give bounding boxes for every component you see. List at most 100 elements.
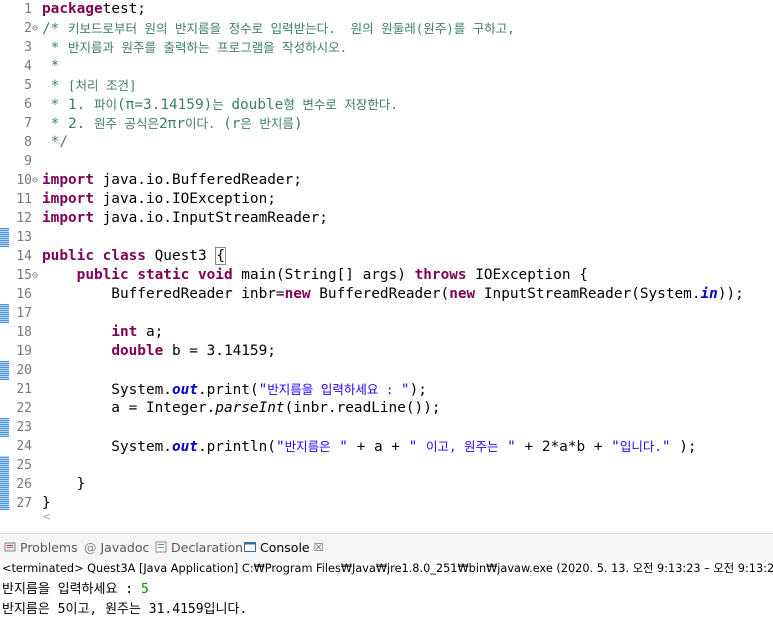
code-token: [처리 조건] [68, 78, 137, 93]
line-number: 24 [16, 439, 32, 454]
code-token: 2πr [159, 116, 186, 132]
line-number: 6 [24, 97, 32, 112]
code-line[interactable]: 14 public class Quest3 { [0, 247, 773, 266]
code-line[interactable]: 3 * 반지름과 원주를 출력하는 프로그램을 작성하시오. [0, 38, 773, 57]
code-line[interactable]: 24 System.out.println("반지름은 " + a + " 이고… [0, 437, 773, 456]
code-token: new [284, 286, 311, 302]
code-line[interactable]: 9 [0, 152, 773, 171]
console-line: 반지름은 5이고, 원주는 31.4159입니다. [2, 602, 248, 617]
line-number: 19 [16, 344, 32, 359]
close-icon[interactable]: ☒ [314, 541, 324, 554]
console-input-value: 5 [140, 582, 149, 597]
code-token: void [197, 267, 233, 283]
code-token: test; [102, 1, 146, 17]
line-number: 9 [24, 154, 32, 169]
code-token: 반지름과 원주를 출력하는 프로그램을 작성하시오. [68, 40, 348, 55]
code-line[interactable]: 2 ⊖/* 키보드로부터 원의 반지름을 정수로 입력받는다. 원의 원둘레(원주… [0, 19, 773, 38]
tab-javadoc[interactable]: @ Javadoc [84, 538, 149, 556]
code-token: a = Integer. [42, 400, 216, 416]
code-line[interactable]: 21 System.out.print("반지름을 입력하세요 : "); [0, 380, 773, 399]
code-line[interactable]: 22 a = Integer.parseInt(inbr.readLine())… [0, 399, 773, 418]
tab-console[interactable]: Console ☒ [244, 538, 324, 556]
line-number: 18 [16, 325, 32, 340]
code-token: java.io.InputStreamReader; [93, 210, 328, 226]
code-token: import [42, 191, 94, 207]
code-line[interactable]: 10 ⊖ import java.io.BufferedReader; [0, 171, 773, 190]
code-token: " [400, 382, 410, 398]
code-line[interactable]: 20 [0, 361, 773, 380]
code-text: * [42, 57, 60, 76]
code-line[interactable]: 27} [0, 494, 773, 513]
code-token: ); [670, 439, 697, 455]
code-token: (π=3.14159) [117, 97, 213, 113]
fold-toggle-icon[interactable]: ⊖ [32, 266, 38, 285]
line-number: 27 [16, 496, 32, 511]
console-output[interactable]: 반지름을 입력하세요 : 5 반지름은 5이고, 원주는 31.4159입니다. [0, 580, 773, 620]
line-number: 22 [16, 401, 32, 416]
code-editor[interactable]: 1 packagetest; 2 ⊖/* 키보드로부터 원의 반지름을 정수로 입력받… [0, 0, 773, 520]
code-line[interactable]: 19 double b = 3.14159; [0, 342, 773, 361]
line-number: 11 [16, 192, 32, 207]
code-token: .print( [197, 382, 259, 398]
code-line[interactable]: 6 * 1. 파이(π=3.14159)는 double형 변수로 저장한다. [0, 95, 773, 114]
line-number: 2 [24, 21, 32, 36]
fold-toggle-icon[interactable]: ⊖ [32, 19, 38, 38]
code-token: java.io.BufferedReader; [93, 172, 302, 188]
declaration-icon [155, 541, 167, 553]
code-text: public class Quest3 { [42, 247, 226, 266]
code-line[interactable]: 26 } [0, 475, 773, 494]
code-token: main(String[] args) [232, 267, 415, 283]
code-token: */ [42, 134, 68, 150]
code-line[interactable]: 23 [0, 418, 773, 437]
line-number: 14 [16, 249, 32, 264]
code-line[interactable]: 18 int a; [0, 323, 773, 342]
code-line[interactable]: 25 [0, 456, 773, 475]
code-token: 은 반지름 [240, 116, 294, 131]
code-token: { [215, 247, 226, 265]
code-token: .println( [197, 439, 276, 455]
scroll-left-icon[interactable]: < [42, 510, 51, 520]
code-token: } [42, 495, 51, 511]
code-token: b = 3.14159; [163, 343, 276, 359]
code-token: 형 변수로 저장한다. [283, 97, 398, 112]
code-text: * 2. 원주 공식은2πr이다. (r은 반지름) [42, 114, 303, 134]
code-token: " [661, 439, 671, 455]
tab-declaration[interactable]: Declaration [155, 538, 243, 556]
code-token: System. [42, 382, 172, 398]
code-line[interactable]: 11 import java.io.IOException; [0, 190, 773, 209]
code-token: 키보드로부터 원의 반지름을 정수로 입력받는다. 원의 원둘레(원주)를 구하… [68, 21, 515, 36]
code-text: /* 키보드로부터 원의 반지름을 정수로 입력받는다. 원의 원둘레(원주)를… [42, 19, 515, 39]
code-line[interactable]: 12 import java.io.InputStreamReader; [0, 209, 773, 228]
code-line[interactable]: 16 BufferedReader inbr=new BufferedReade… [0, 285, 773, 304]
console-icon [244, 541, 256, 553]
line-number: 21 [16, 382, 32, 397]
tab-problems[interactable]: Problems [4, 538, 78, 556]
code-token: " [275, 439, 285, 455]
line-number: 10 [16, 173, 32, 188]
console-line: 반지름을 입력하세요 : 5 [2, 582, 149, 597]
code-token: * 1. [42, 97, 94, 113]
code-token: 이고, 원주는 [425, 439, 499, 454]
code-line[interactable]: 4 * [0, 57, 773, 76]
fold-toggle-icon[interactable]: ⊖ [32, 171, 38, 190]
code-token: 반지름은 [284, 439, 331, 454]
code-line[interactable]: 5 * [처리 조건] [0, 76, 773, 95]
code-token: Quest3 [145, 248, 216, 264]
code-token: parseInt [215, 400, 285, 416]
line-number: 5 [24, 78, 32, 93]
code-token: * [42, 58, 60, 74]
code-token: ) [293, 116, 303, 132]
code-line[interactable]: 1 packagetest; [0, 0, 773, 19]
code-line[interactable]: 7 * 2. 원주 공식은2πr이다. (r은 반지름) [0, 114, 773, 133]
code-line[interactable]: 17 [0, 304, 773, 323]
code-line[interactable]: 8 */ [0, 133, 773, 152]
code-token: int [111, 324, 138, 340]
code-token: " [498, 439, 516, 455]
line-number: 13 [16, 230, 32, 245]
code-line[interactable]: 15 ⊖ public static void main(String[] arg… [0, 266, 773, 285]
code-line[interactable]: 13 [0, 228, 773, 247]
line-number: 4 [24, 59, 32, 74]
code-token: )); [717, 286, 744, 302]
